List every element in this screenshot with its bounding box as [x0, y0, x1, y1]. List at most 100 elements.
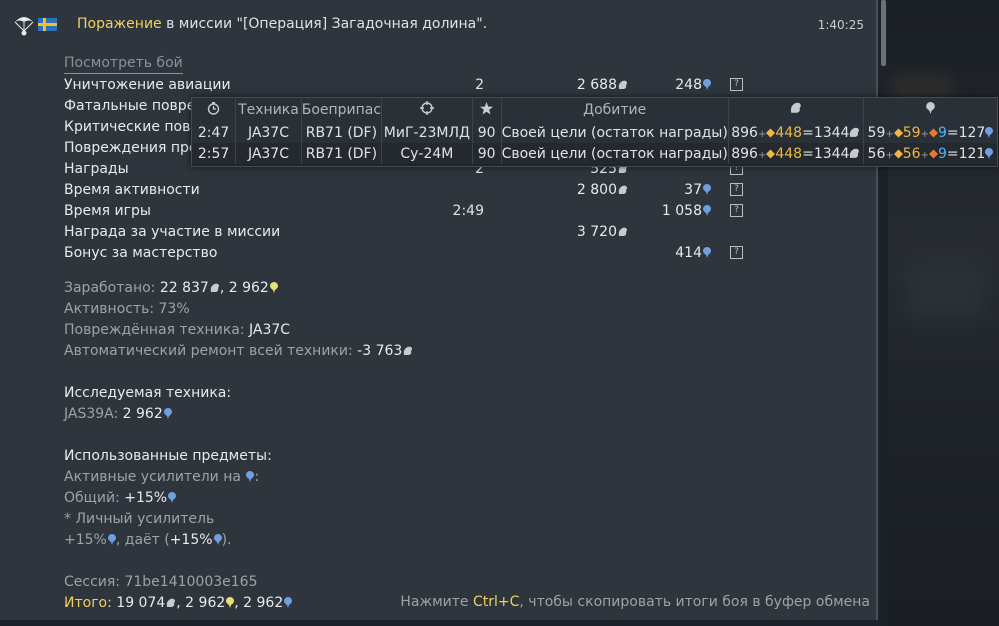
- kill-finish: Своей цели (остаток награды): [501, 143, 729, 164]
- damaged-line: Повреждённая техника: JA37C: [64, 322, 290, 338]
- row-rp: 248: [675, 77, 702, 93]
- silver-base: 896: [731, 124, 758, 141]
- copy-hint: Нажмите Ctrl+C, чтобы скопировать итоги …: [400, 594, 870, 610]
- general-booster-line: Общий: +15%: [64, 490, 177, 506]
- kill-ammo: RB71 (DF): [301, 143, 383, 164]
- kill-score: 90: [472, 122, 502, 143]
- hint-key: Ctrl+C: [472, 594, 520, 610]
- result-row: Время активности 2 800 37?: [64, 182, 764, 202]
- personal-booster-label: * Личный усилитель: [64, 511, 215, 527]
- premium-bonus-icon: [893, 149, 903, 158]
- gives-label: , даёт (: [115, 532, 170, 548]
- rp-booster: 9: [937, 145, 947, 162]
- plus-sign: +: [757, 128, 767, 140]
- col-vehicle: Техника: [235, 98, 302, 122]
- plus-sign: +: [885, 128, 894, 140]
- row-label: Награды: [64, 161, 129, 177]
- col-target: [381, 98, 473, 122]
- research-point-icon: [703, 184, 711, 195]
- parachute-icon: [14, 17, 34, 36]
- earned-silver: 22 837: [159, 280, 209, 296]
- boosters-label: Активные усилители на: [64, 469, 246, 485]
- kill-target: Су-24М: [381, 143, 473, 164]
- panel-border: [876, 0, 878, 620]
- kill-finish: Своей цели (остаток награды): [501, 122, 729, 143]
- background-light: [905, 260, 985, 320]
- general-value: +15%: [124, 490, 168, 506]
- silver-lion-icon: [618, 80, 627, 89]
- kill-time: 2:47: [192, 122, 237, 143]
- research-line: JAS39A: 2 962: [64, 406, 172, 422]
- help-icon[interactable]: ?: [730, 78, 743, 91]
- row-rp: 1 058: [661, 203, 702, 219]
- rp-bonus: 56: [902, 145, 921, 162]
- total-rp: , 2 962: [234, 595, 284, 611]
- rp-booster: 9: [937, 124, 947, 141]
- research-point-icon: [163, 408, 172, 419]
- row-label: Уничтожение авиации: [64, 77, 231, 93]
- hint-pre: Нажмите: [400, 594, 473, 610]
- research-point-icon: [703, 205, 711, 216]
- view-battle-link[interactable]: Посмотреть бой: [64, 55, 183, 74]
- row-rp-cell: 1 058: [662, 203, 711, 219]
- kill-silver: 896+ 448=1344: [728, 143, 864, 164]
- result-row: Уничтожение авиации 2 2 688 248?: [64, 77, 764, 97]
- booster-icon: [928, 128, 938, 137]
- research-point-icon: [107, 534, 116, 545]
- earned-sep: ,: [219, 280, 229, 296]
- boosters-colon: :: [254, 469, 260, 485]
- repair-label: Автоматический ремонт всей техники:: [64, 343, 358, 359]
- help-icon[interactable]: ?: [730, 204, 743, 217]
- earned-rp: 2 962: [228, 280, 269, 296]
- premium-bonus-icon: [893, 128, 903, 137]
- research-point-icon: [168, 492, 177, 503]
- research-title: Исследуемая техника:: [64, 385, 232, 401]
- earned-line: Заработано: 22 837, 2 962: [64, 280, 278, 296]
- silver-lion-icon: [790, 102, 801, 113]
- tooltip-row: 2:57 JA37C RB71 (DF) Су-24М 90 Своей цели (ос…: [192, 143, 997, 164]
- row-rp-cell: 248: [675, 77, 711, 93]
- row-count: 2: [475, 77, 484, 93]
- scrollbar[interactable]: [881, 0, 886, 66]
- total-gold-rp: , 2 962: [176, 595, 226, 611]
- rp-total: =127: [946, 124, 986, 141]
- silver-lion-icon: [618, 185, 627, 194]
- gives-end: ).: [221, 532, 232, 548]
- gives-value: +15%: [169, 532, 213, 548]
- rp-base: 59: [867, 124, 886, 141]
- silver-bonus: 448: [775, 145, 803, 162]
- kill-target: МиГ-23МЛД: [381, 122, 473, 143]
- kills-tooltip: Техника Боеприпас Добитие 2:47 JA37C RB71 …: [191, 97, 998, 167]
- items-title: Использованные предметы:: [64, 448, 272, 464]
- battle-results-panel: Поражение в миссии "[Операция] Загадочна…: [0, 0, 876, 620]
- col-ammo: Боеприпас: [301, 98, 383, 122]
- help-icon[interactable]: ?: [730, 183, 743, 196]
- research-point-icon: [284, 597, 293, 608]
- col-rp: [863, 98, 997, 122]
- kill-vehicle: JA37C: [235, 143, 302, 164]
- personal-booster-line: +15%, даёт (+15%).: [64, 532, 231, 548]
- plus-sign: +: [920, 128, 929, 140]
- damaged-label: Повреждённая техника:: [64, 322, 250, 338]
- silver-total: =1344: [802, 145, 850, 162]
- col-finish: Добитие: [501, 98, 729, 122]
- sweden-flag-icon: [38, 18, 57, 31]
- earned-label: Заработано:: [64, 280, 160, 296]
- row-rp-cell: 37: [684, 182, 711, 198]
- row-silver-cell: 2 800: [577, 182, 628, 198]
- row-silver: 2 800: [576, 182, 617, 198]
- kill-rp: 56+ 56+ 9=121: [863, 143, 997, 164]
- research-point-icon: [703, 79, 711, 90]
- result-row: Награда за участие в миссии 3 720: [64, 224, 764, 244]
- row-rp-cell: 414: [675, 245, 711, 261]
- help-icon[interactable]: ?: [730, 246, 743, 259]
- kill-score: 90: [472, 143, 502, 164]
- row-silver: 3 720: [576, 224, 617, 240]
- kill-ammo: RB71 (DF): [301, 122, 383, 143]
- kill-time: 2:57: [192, 143, 237, 164]
- star-icon: [480, 101, 494, 114]
- personal-value: +15%: [64, 532, 107, 548]
- row-count: 2:49: [452, 203, 484, 219]
- premium-bonus-icon: [766, 128, 776, 137]
- research-vehicle: JAS39A:: [64, 406, 123, 422]
